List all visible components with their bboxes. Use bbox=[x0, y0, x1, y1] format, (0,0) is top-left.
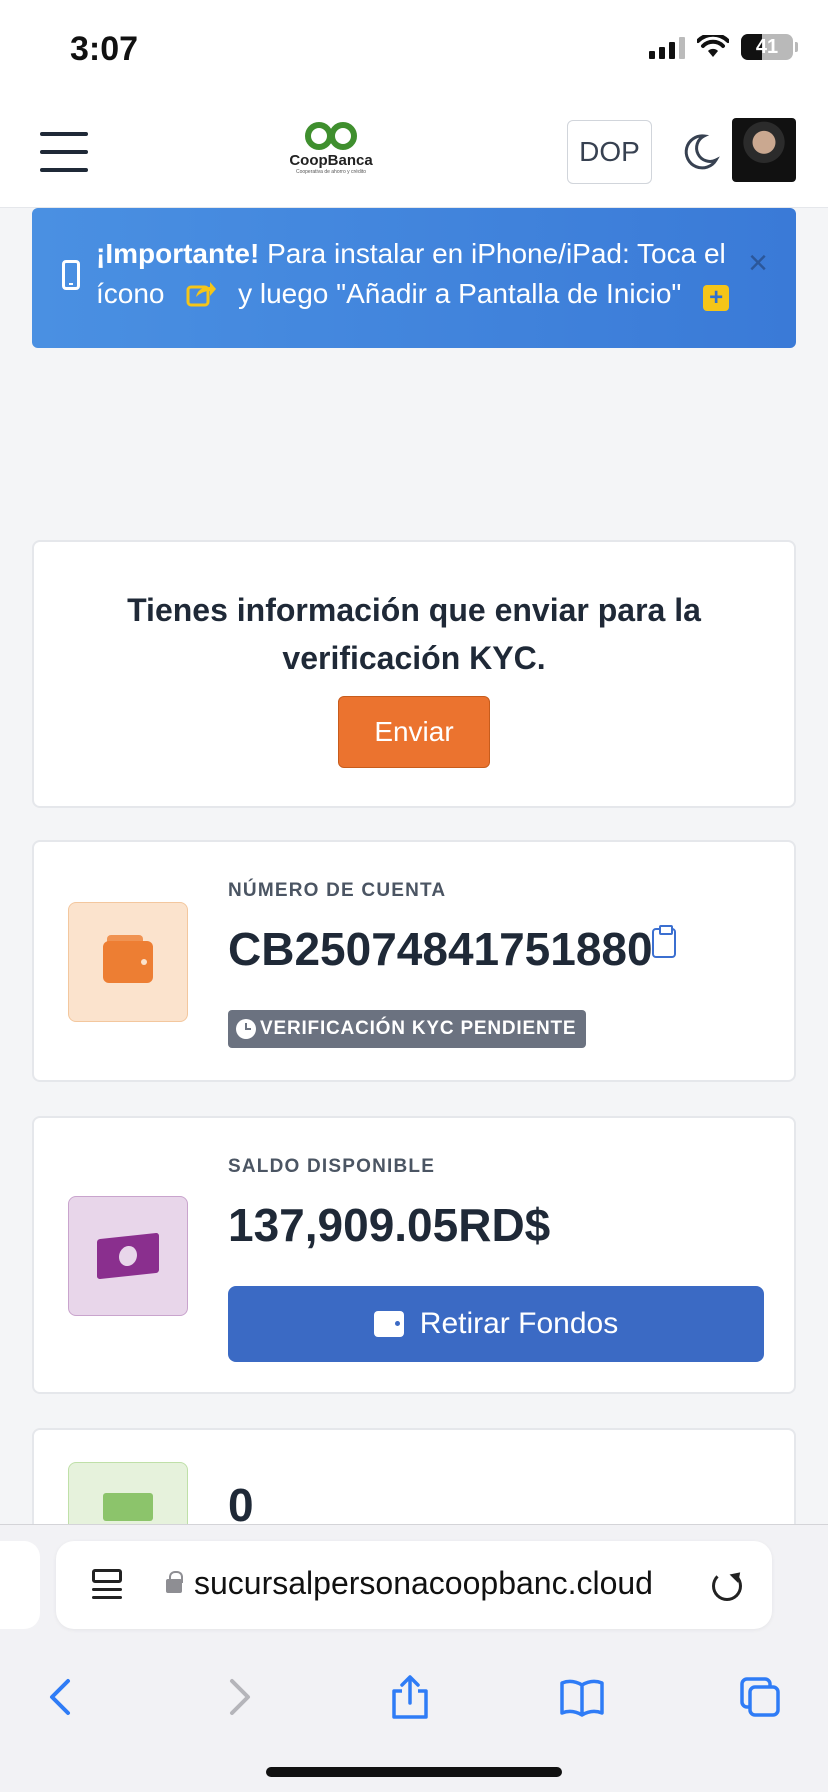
lock-icon bbox=[166, 1571, 183, 1593]
alert-text-2b: y luego "Añadir a Pantalla de Inicio" bbox=[238, 278, 682, 309]
balance-label: SALDO DISPONIBLE bbox=[228, 1156, 436, 1177]
status-bar: 3:07 41 bbox=[0, 0, 828, 100]
kyc-message: Tienes información que enviar para la ve… bbox=[127, 592, 701, 676]
wallet-icon bbox=[373, 1311, 404, 1337]
withdraw-button-label: Retirar Fondos bbox=[419, 1307, 619, 1340]
money-bill-icon bbox=[97, 1232, 159, 1280]
dark-mode-moon-icon[interactable] bbox=[680, 132, 720, 172]
alert-close-button[interactable]: × bbox=[748, 244, 768, 283]
clock-icon bbox=[236, 1019, 256, 1039]
app-header: CoopBanca Cooperativa de ahorro y crédit… bbox=[0, 100, 828, 208]
send-kyc-button[interactable]: Enviar bbox=[338, 696, 490, 768]
mobile-phone-icon bbox=[62, 260, 80, 290]
tabs-icon[interactable] bbox=[738, 1675, 782, 1719]
share-icon bbox=[186, 282, 217, 307]
forward-icon[interactable] bbox=[216, 1675, 260, 1719]
cellular-signal-icon bbox=[649, 35, 685, 59]
balance-value: 137,909.05RD$ bbox=[228, 1199, 551, 1251]
battery-tip bbox=[795, 42, 798, 52]
coopbanca-logo[interactable]: CoopBanca Cooperativa de ahorro y crédit… bbox=[276, 122, 386, 186]
logo-name: CoopBanca bbox=[289, 152, 373, 169]
back-icon[interactable] bbox=[40, 1675, 84, 1719]
copy-clipboard-icon[interactable] bbox=[652, 925, 676, 958]
alert-text-1: Para instalar en iPhone/iPad: Toca el bbox=[259, 238, 726, 269]
credit-card-icon bbox=[103, 1493, 153, 1521]
browser-toolbar bbox=[0, 1653, 828, 1733]
account-card: NÚMERO DE CUENTA CB25074841751880 VERIFI… bbox=[32, 840, 796, 1082]
money-icon-box bbox=[68, 1196, 188, 1316]
home-indicator bbox=[266, 1767, 562, 1777]
bookmarks-icon[interactable] bbox=[560, 1675, 604, 1719]
wallet-icon-box bbox=[68, 902, 188, 1022]
wifi-icon bbox=[697, 35, 729, 57]
alert-text-2a: ícono bbox=[96, 278, 165, 309]
install-alert: ¡Importante! Para instalar en iPhone/iPa… bbox=[32, 208, 796, 348]
browser-panel: sucursalpersonacoopbanc.cloud bbox=[0, 1524, 828, 1792]
share-icon[interactable] bbox=[388, 1675, 432, 1719]
kyc-notice-card: Tienes información que enviar para la ve… bbox=[32, 540, 796, 808]
reload-icon[interactable] bbox=[712, 1571, 742, 1601]
alert-line-1: ¡Importante! Para instalar en iPhone/iPa… bbox=[96, 234, 736, 274]
previous-tab-preview[interactable] bbox=[0, 1541, 40, 1629]
alert-line-2: ícono y luego "Añadir a Pantalla de Inic… bbox=[96, 274, 736, 314]
logo-rings-icon bbox=[276, 122, 386, 150]
logo-tagline: Cooperativa de ahorro y crédito bbox=[295, 169, 367, 175]
page-menu-icon[interactable] bbox=[92, 1569, 122, 1603]
account-number-label: NÚMERO DE CUENTA bbox=[228, 880, 447, 901]
add-square-icon: + bbox=[703, 285, 730, 311]
alert-strong: ¡Importante! bbox=[96, 238, 260, 269]
kyc-status-text: VERIFICACIÓN KYC PENDIENTE bbox=[260, 1018, 577, 1039]
account-number: CB25074841751880 bbox=[228, 923, 653, 975]
status-icons: 41 bbox=[649, 34, 798, 60]
currency-button[interactable]: DOP bbox=[567, 120, 652, 184]
address-bar[interactable]: sucursalpersonacoopbanc.cloud bbox=[56, 1541, 772, 1629]
withdraw-funds-button[interactable]: Retirar Fondos bbox=[228, 1286, 764, 1362]
kyc-status-badge: VERIFICACIÓN KYC PENDIENTE bbox=[228, 1010, 587, 1048]
balance-card: SALDO DISPONIBLE 137,909.05RD$ Retirar F… bbox=[32, 1116, 796, 1394]
status-time: 3:07 bbox=[70, 30, 139, 68]
battery-icon: 41 bbox=[741, 34, 793, 60]
url-text[interactable]: sucursalpersonacoopbanc.cloud bbox=[194, 1565, 653, 1602]
wallet-icon bbox=[103, 935, 153, 983]
user-avatar[interactable] bbox=[732, 118, 796, 182]
hamburger-menu-icon[interactable] bbox=[40, 132, 88, 172]
battery-level: 41 bbox=[755, 35, 779, 58]
